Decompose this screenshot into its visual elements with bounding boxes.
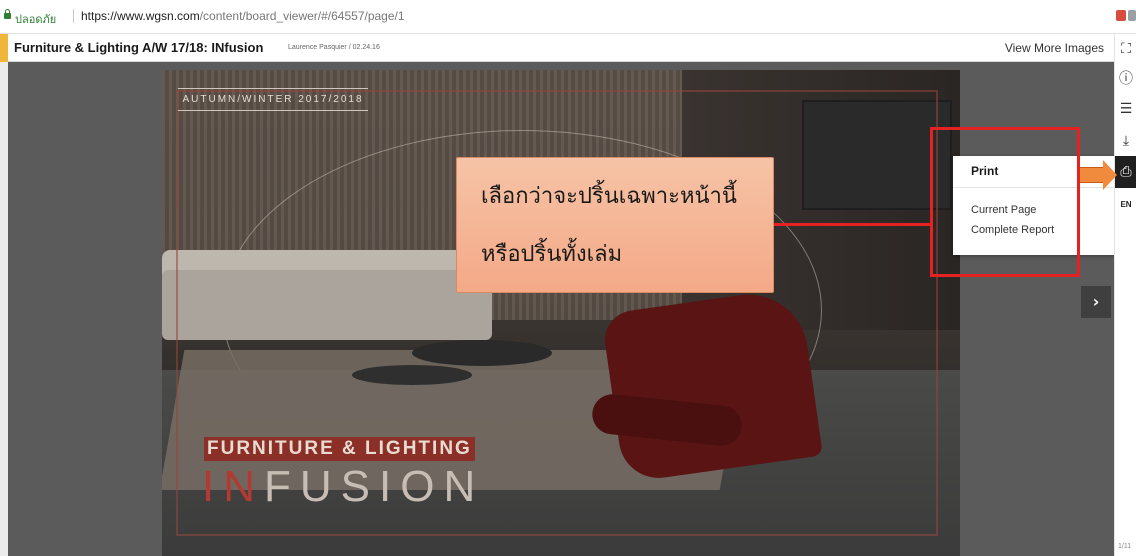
cover-wordmark: INFUSION [202, 462, 484, 512]
callout-line-2: หรือปริ้นทั้งเล่ม [481, 242, 623, 267]
author-date: Laurence Pasquier / 02.24.16 [288, 44, 380, 51]
url-host: https://www.wgsn.com [81, 9, 200, 23]
season-label: AUTUMN/WINTER 2017/2018 [178, 88, 368, 111]
address-divider [73, 9, 74, 23]
download-icon[interactable]: ⤓ [1115, 126, 1136, 156]
viewer-left-edge [0, 62, 8, 556]
address-bar[interactable]: ปลอดภัย https://www.wgsn.com/content/boa… [0, 0, 1136, 34]
cover-banner: FURNITURE & LIGHTING [204, 437, 475, 461]
wordmark-in: IN [202, 462, 264, 511]
info-icon[interactable]: ⓘ [1115, 64, 1136, 94]
accent-strip [0, 34, 8, 62]
language-selector[interactable]: EN [1115, 190, 1136, 220]
next-page-button[interactable]: › [1081, 286, 1111, 318]
board-header: Furniture & Lighting A/W 17/18: INfusion… [8, 34, 1114, 62]
lock-icon [4, 9, 11, 19]
page-title: Furniture & Lighting A/W 17/18: INfusion [14, 40, 264, 55]
annotation-highlight-box [930, 127, 1080, 277]
annotation-callout: เลือกว่าจะปริ้นเฉพาะหน้านี้ หรือปริ้นทั้… [456, 157, 774, 293]
secure-label: ปลอดภัย [15, 13, 57, 26]
extension-icon[interactable] [1116, 10, 1126, 21]
view-more-images-link[interactable]: View More Images [1005, 41, 1104, 55]
callout-line-1: เลือกว่าจะปริ้นเฉพาะหน้านี้ [481, 184, 737, 209]
annotation-arrow-shaft [1080, 167, 1104, 183]
right-toolbar: ⛶ ⓘ ☰ ⤓ ⎙ EN [1114, 34, 1136, 556]
annotation-connector [774, 223, 930, 226]
wordmark-fusion: FUSION [264, 462, 485, 511]
print-icon[interactable]: ⎙ [1115, 156, 1136, 188]
url-path: /content/board_viewer/#/64557/page/1 [199, 9, 405, 23]
translate-icon[interactable] [1128, 10, 1136, 21]
url-text[interactable]: https://www.wgsn.com/content/board_viewe… [81, 9, 405, 23]
page-count: 1/11 [1118, 543, 1132, 550]
annotation-arrow-head [1103, 160, 1117, 190]
list-icon[interactable]: ☰ [1115, 94, 1136, 124]
expand-icon[interactable]: ⛶ [1115, 34, 1136, 64]
